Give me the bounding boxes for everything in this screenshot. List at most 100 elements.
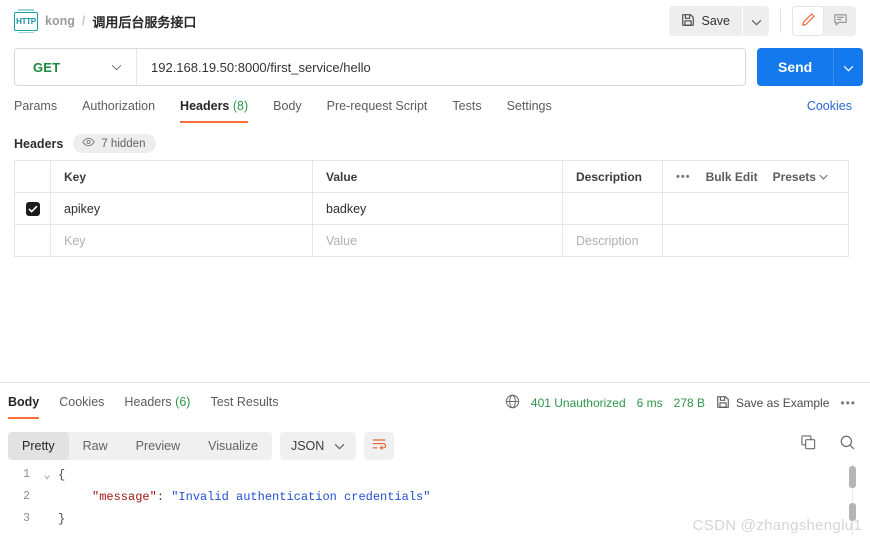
placeholder-description[interactable]: Description [562,224,663,257]
tab-tests-label: Tests [452,99,482,113]
url-bar: GET [14,48,746,86]
row-checkbox[interactable] [25,201,40,216]
header-col-key: Key [50,160,313,193]
hidden-headers-toggle[interactable]: 7 hidden [73,134,157,153]
view-mode-preview[interactable]: Preview [122,432,194,460]
globe-icon [505,394,520,412]
tab-headers[interactable]: Headers (8) [180,96,249,123]
send-dropdown-button[interactable] [833,48,864,86]
tab-authorization[interactable]: Authorization [82,96,155,123]
headers-title: Headers [14,136,64,151]
response-divider [0,382,870,383]
code-text[interactable]: } [54,508,65,530]
code-line: 1 ⌄ { [0,464,870,486]
comment-icon [833,12,848,30]
bulk-edit-button[interactable]: Bulk Edit [706,170,758,184]
row-key[interactable]: apikey [50,192,313,225]
response-view-mode-group: Pretty Raw Preview Visualize [8,432,272,460]
view-mode-visualize[interactable]: Visualize [194,432,272,460]
save-as-example-label: Save as Example [736,396,830,410]
breadcrumb-collection[interactable]: kong [45,14,75,28]
response-time: 6 ms [636,396,663,410]
cookies-link[interactable]: Cookies [807,96,852,113]
view-mode-pretty[interactable]: Pretty [8,432,69,460]
tab-tests[interactable]: Tests [452,96,481,123]
method-selector[interactable]: GET [15,49,137,85]
response-tab-headers[interactable]: Headers (6) [124,392,190,419]
ellipsis-icon[interactable]: ••• [676,171,691,183]
breadcrumb-request-name[interactable]: 调用后台服务接口 [92,12,196,31]
tab-headers-count: (8) [232,99,249,113]
floppy-disk-icon [716,395,730,412]
tab-headers-label: Headers [180,99,230,113]
headers-table-header-row: Key Value Description ••• Bulk Edit Pres… [14,160,849,193]
header-col-description: Description [562,160,663,193]
view-mode-raw[interactable]: Raw [69,432,122,460]
tab-body[interactable]: Body [273,96,302,123]
editor-icon-group [792,6,856,36]
tab-pre-request-script[interactable]: Pre-request Script [327,96,428,123]
placeholder-value[interactable]: Value [312,224,563,257]
save-dropdown-button[interactable] [743,6,769,36]
response-tab-body[interactable]: Body [8,392,40,419]
top-bar-actions: Save [668,6,856,36]
row-tools [662,192,849,225]
save-button-label: Save [701,14,731,28]
response-view-bar: Pretty Raw Preview Visualize JSON [8,432,395,460]
row-description[interactable] [562,192,663,225]
search-icon[interactable] [839,434,856,456]
tab-pre-request-script-label: Pre-request Script [326,99,428,113]
line-number: 2 [23,490,30,503]
chevron-down-icon [751,14,762,29]
url-input[interactable] [137,49,745,85]
presets-label: Presets [772,169,816,184]
response-tab-test-results[interactable]: Test Results [210,392,278,419]
chevron-down-icon [819,170,828,184]
response-tab-cookies[interactable]: Cookies [59,392,104,419]
tab-authorization-label: Authorization [82,99,156,113]
save-as-example-button[interactable]: Save as Example [716,395,829,412]
tab-settings[interactable]: Settings [507,96,552,123]
code-line: 2 "message": "Invalid authentication cre… [0,486,870,508]
fold-marker[interactable]: ⌄ [40,464,54,486]
line-number: 3 [23,512,30,525]
chevron-down-icon [334,439,345,453]
comment-icon-button[interactable] [824,6,856,36]
tab-params[interactable]: Params [14,96,57,123]
breadcrumb-separator: / [81,14,86,28]
eye-icon [82,137,96,150]
request-tabs: Params Authorization Headers (8) Body Pr… [0,96,870,127]
code-text[interactable]: "message": "Invalid authentication crede… [54,486,430,508]
response-body-actions [800,434,856,456]
response-scrollbar-thumb[interactable] [849,466,856,488]
header-col-tools: ••• Bulk Edit Presets [662,160,849,193]
tab-body-label: Body [273,99,302,113]
presets-button[interactable]: Presets [773,170,829,184]
status-badge: 401 Unauthorized [530,396,626,410]
copy-icon[interactable] [800,434,817,456]
headers-table-body: apikey badkey Key Value Description [14,192,849,257]
http-protocol-icon: HTTP [14,9,38,33]
send-button[interactable]: Send [757,48,834,86]
toolbar-divider [780,9,781,33]
response-more-icon[interactable]: ••• [840,396,856,410]
floppy-disk-icon [681,13,695,30]
response-size: 278 B [673,396,705,410]
save-button[interactable]: Save [668,6,742,36]
response-tab-body-label: Body [8,395,40,409]
code-text[interactable]: { [54,464,65,486]
headers-table: Key Value Description ••• Bulk Edit Pres… [14,160,849,257]
header-col-value: Value [312,160,563,193]
placeholder-key[interactable]: Key [50,224,313,257]
row-value[interactable]: badkey [312,192,563,225]
response-tab-test-results-label: Test Results [210,395,279,409]
wrap-text-button[interactable] [364,432,395,460]
wrap-text-icon [371,437,387,456]
pencil-icon-button[interactable] [792,6,824,36]
hidden-headers-label: 7 hidden [101,137,146,150]
response-tab-cookies-label: Cookies [59,395,105,409]
response-format-select[interactable]: JSON [279,432,357,460]
tab-params-label: Params [14,99,58,113]
save-button-group: Save [668,6,769,36]
line-number: 1 [23,468,30,481]
